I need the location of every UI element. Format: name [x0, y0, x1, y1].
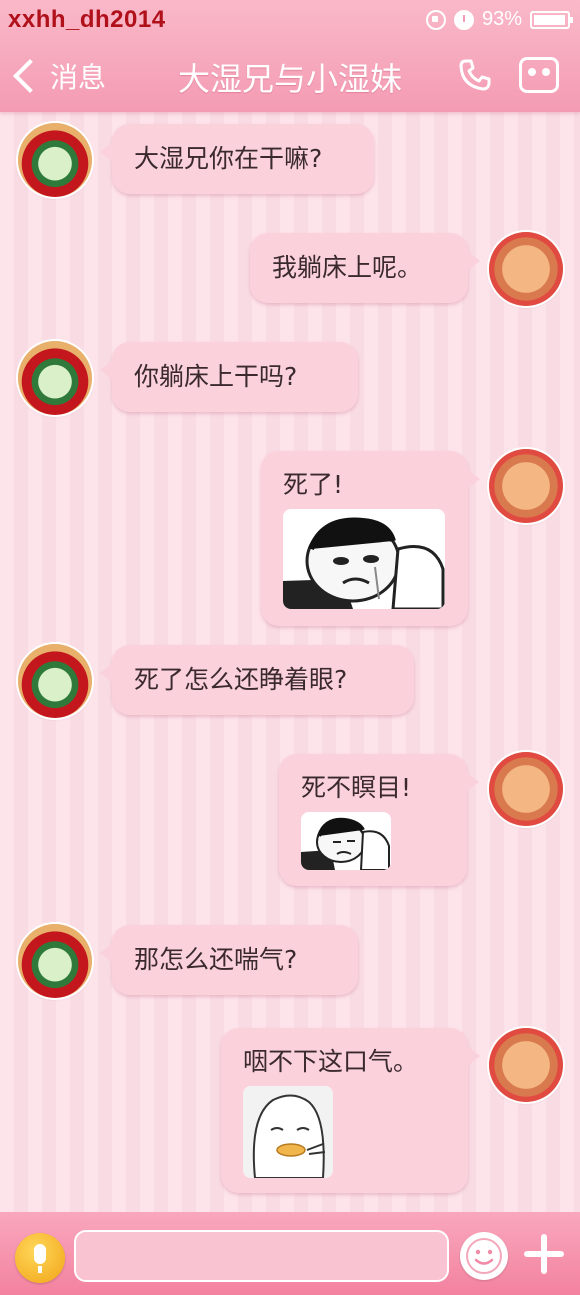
avatar-sister[interactable]	[18, 644, 92, 718]
message-text: 你躺床上干吗?	[134, 362, 298, 391]
avatar-brother[interactable]	[489, 449, 563, 523]
message-bubble[interactable]: 死了!	[261, 451, 480, 626]
avatar-brother[interactable]	[489, 752, 563, 826]
message-text: 我躺床上呢。	[272, 253, 423, 282]
message-text: 大湿兄你在干嘛?	[134, 144, 323, 173]
watermark-text: xxhh_dh2014	[8, 6, 166, 33]
battery-percent: 93%	[481, 8, 522, 30]
message-text: 那怎么还喘气?	[134, 945, 298, 974]
top-bar: xxhh_dh2014 93% 消息 大湿兄与小湿妹	[0, 0, 580, 112]
alarm-icon	[453, 9, 474, 30]
message-bubble[interactable]: 你躺床上干吗?	[100, 342, 358, 412]
crying-face-sticker[interactable]	[283, 509, 445, 609]
rotation-lock-icon	[425, 9, 446, 30]
message-text: 咽不下这口气。	[243, 1047, 419, 1076]
avatar-sister[interactable]	[18, 924, 92, 998]
duck-face-sticker[interactable]	[243, 1086, 333, 1178]
message-bubble[interactable]: 那怎么还喘气?	[100, 925, 358, 995]
message-input[interactable]	[74, 1230, 449, 1282]
chat-settings-button[interactable]	[519, 57, 559, 93]
battery-icon	[530, 10, 573, 29]
phone-call-icon[interactable]	[458, 58, 492, 92]
microphone-button[interactable]	[15, 1233, 65, 1283]
add-attachment-button[interactable]	[520, 1230, 568, 1278]
message-bubble[interactable]: 大湿兄你在干嘛?	[100, 124, 374, 194]
status-bar: 93%	[425, 8, 573, 31]
avatar-sister[interactable]	[18, 123, 92, 197]
message-bubble[interactable]: 死了怎么还睁着眼?	[100, 645, 414, 715]
message-text: 死了怎么还睁着眼?	[134, 665, 348, 694]
message-text: 死不瞑目!	[301, 773, 412, 802]
emoji-button[interactable]	[460, 1232, 508, 1280]
avatar-sister[interactable]	[18, 341, 92, 415]
message-bubble[interactable]: 我躺床上呢。	[250, 233, 480, 303]
input-bar	[0, 1212, 580, 1295]
chat-title: 大湿兄与小湿妹	[177, 60, 402, 98]
lying-face-sticker[interactable]	[301, 812, 391, 870]
message-bubble[interactable]: 死不瞑目!	[279, 754, 479, 886]
message-bubble[interactable]: 咽不下这口气。	[221, 1028, 480, 1193]
avatar-brother[interactable]	[489, 232, 563, 306]
message-text: 死了!	[283, 470, 344, 499]
avatar-brother[interactable]	[489, 1028, 563, 1102]
